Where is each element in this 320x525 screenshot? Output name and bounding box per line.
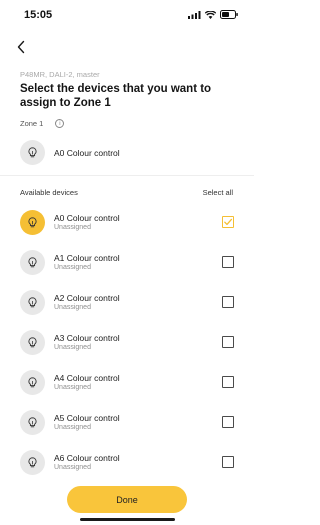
- device-checkbox[interactable]: [222, 296, 234, 308]
- device-checkbox[interactable]: [222, 456, 234, 468]
- signal-icon: [188, 10, 201, 19]
- zone-device: A0 Colour control: [20, 140, 240, 165]
- device-status: Unassigned: [54, 304, 91, 311]
- battery-icon: [220, 10, 238, 19]
- device-status: Unassigned: [54, 424, 91, 431]
- device-name: A2 Colour control: [54, 293, 120, 303]
- bulb-icon: [20, 140, 45, 165]
- wifi-icon: [205, 10, 216, 19]
- device-status: Unassigned: [54, 344, 91, 351]
- device-row-a4[interactable]: A4 Colour control Unassigned: [20, 370, 234, 396]
- available-devices-label: Available devices: [20, 188, 78, 197]
- page-title: Select the devices that you want to assi…: [20, 83, 212, 109]
- status-time: 15:05: [24, 9, 53, 21]
- chevron-left-icon: [17, 40, 25, 54]
- device-checkbox[interactable]: [222, 216, 234, 228]
- device-name: A0 Colour control: [54, 213, 120, 223]
- bulb-icon: [20, 250, 45, 275]
- device-checkbox[interactable]: [222, 256, 234, 268]
- zone-device-name: A0 Colour control: [54, 148, 120, 158]
- device-name: A6 Colour control: [54, 453, 120, 463]
- bulb-icon: [20, 210, 45, 235]
- device-row-a2[interactable]: A2 Colour control Unassigned: [20, 290, 234, 316]
- bulb-icon: [20, 450, 45, 475]
- device-name: A5 Colour control: [54, 413, 120, 423]
- device-row-a1[interactable]: A1 Colour control Unassigned: [20, 250, 234, 276]
- device-status: Unassigned: [54, 224, 91, 231]
- bulb-icon: [20, 330, 45, 355]
- device-checkbox[interactable]: [222, 376, 234, 388]
- device-status: Unassigned: [54, 264, 91, 271]
- zone-label-row: Zone 1 i: [20, 119, 65, 128]
- device-checkbox[interactable]: [222, 336, 234, 348]
- status-bar: 15:05: [0, 0, 254, 30]
- done-button[interactable]: Done: [67, 486, 187, 513]
- back-button[interactable]: [16, 37, 36, 57]
- device-row-a3[interactable]: A3 Colour control Unassigned: [20, 330, 234, 356]
- device-status: Unassigned: [54, 464, 91, 471]
- device-row-a6[interactable]: A6 Colour control Unassigned: [20, 450, 234, 476]
- checkmark-icon: [224, 218, 233, 226]
- device-row-a5[interactable]: A5 Colour control Unassigned: [20, 410, 234, 436]
- select-all-button[interactable]: Select all: [203, 188, 233, 197]
- status-icons: [188, 10, 238, 19]
- device-subtitle: P48MR, DALI-2, master: [20, 70, 100, 79]
- home-indicator: [80, 518, 175, 521]
- device-name: A1 Colour control: [54, 253, 120, 263]
- zone-label: Zone 1: [20, 119, 44, 128]
- bulb-icon: [20, 290, 45, 315]
- device-row-a0[interactable]: A0 Colour control Unassigned: [20, 210, 234, 236]
- bulb-icon: [20, 410, 45, 435]
- info-icon[interactable]: i: [55, 119, 65, 128]
- device-checkbox[interactable]: [222, 416, 234, 428]
- section-divider: [0, 175, 254, 176]
- device-name: A4 Colour control: [54, 373, 120, 383]
- device-status: Unassigned: [54, 384, 91, 391]
- device-name: A3 Colour control: [54, 333, 120, 343]
- bulb-icon: [20, 370, 45, 395]
